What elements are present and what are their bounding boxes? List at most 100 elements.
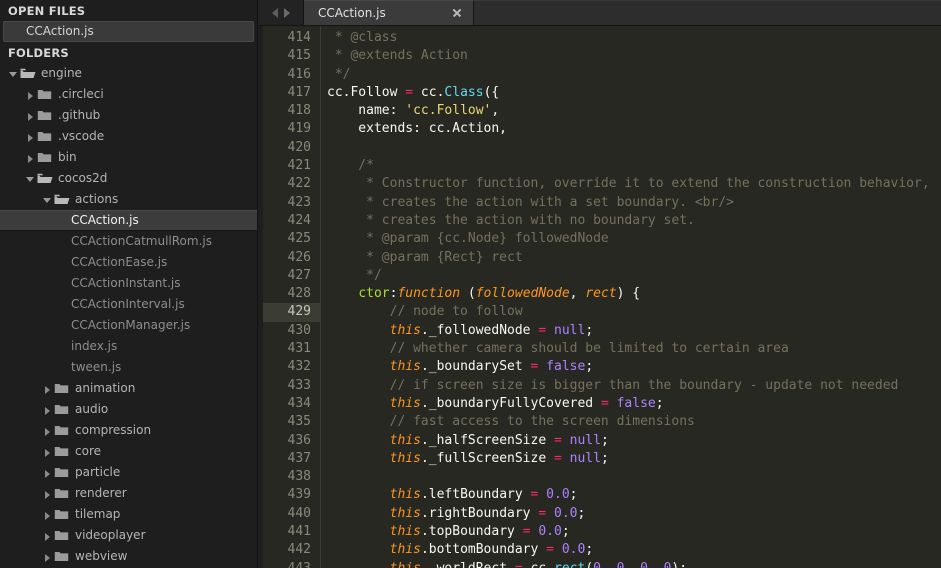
code-token-def: .bottomBoundary (421, 542, 546, 557)
tree-folder-row[interactable]: tilemap (0, 504, 257, 525)
tree-folder-row[interactable]: engine (0, 63, 257, 84)
code-line[interactable]: this.bottomBoundary = 0.0; (327, 541, 941, 559)
code-line[interactable]: ctor:function (followedNode, rect) { (327, 285, 941, 303)
code-token-lit: null (554, 323, 585, 338)
code-line[interactable]: /* (327, 157, 941, 175)
code-line[interactable]: this.topBoundary = 0.0; (327, 523, 941, 541)
code-token-lit: false (546, 359, 585, 374)
code-line[interactable] (327, 468, 941, 486)
tree-file-row[interactable]: tween.js (0, 357, 257, 378)
code-token-cls: Class (444, 85, 483, 100)
code-token-def (554, 542, 562, 557)
code-line[interactable]: this.leftBoundary = 0.0; (327, 486, 941, 504)
tree-file-row[interactable]: CCActionManager.js (0, 315, 257, 336)
chevron-right-icon[interactable] (42, 425, 54, 437)
chevron-right-icon[interactable] (25, 110, 37, 122)
chevron-right-icon[interactable] (25, 89, 37, 101)
tree-folder-row[interactable]: videoplayer (0, 525, 257, 546)
chevron-down-icon[interactable] (42, 194, 54, 206)
tree-folder-row[interactable]: webview (0, 546, 257, 567)
tree-folder-row[interactable]: core (0, 441, 257, 462)
folders-heading: FOLDERS (0, 42, 257, 63)
chevron-right-icon[interactable] (42, 383, 54, 395)
tree-file-row[interactable]: CCActionInstant.js (0, 273, 257, 294)
code-token-def (327, 433, 390, 448)
code-line[interactable]: */ (327, 66, 941, 84)
open-file-item[interactable]: CCAction.js (3, 21, 254, 42)
code-line[interactable]: this._fullScreenSize = null; (327, 450, 941, 468)
code-line[interactable]: * @param {cc.Node} followedNode (327, 230, 941, 248)
tree-folder-row[interactable]: .circleci (0, 84, 257, 105)
chevron-right-icon[interactable] (42, 404, 54, 416)
code-line[interactable]: * @extends Action (327, 47, 941, 65)
tree-file-row[interactable]: CCActionInterval.js (0, 294, 257, 315)
tree-folder-row[interactable]: .vscode (0, 126, 257, 147)
nav-back-icon[interactable] (272, 8, 278, 18)
chevron-right-icon[interactable] (42, 551, 54, 563)
code-line[interactable]: // whether camera should be limited to c… (327, 340, 941, 358)
code-line[interactable]: * @class (327, 29, 941, 47)
code-line[interactable] (327, 139, 941, 157)
chevron-right-icon[interactable] (42, 467, 54, 479)
code-line[interactable]: // fast access to the screen dimensions (327, 413, 941, 431)
code-line[interactable]: this._boundaryFullyCovered = false; (327, 395, 941, 413)
chevron-right-icon[interactable] (42, 530, 54, 542)
tree-folder-row[interactable]: .github (0, 105, 257, 126)
tree-folder-row[interactable]: renderer (0, 483, 257, 504)
code-token-def: .topBoundary (421, 524, 523, 539)
folder-icon (54, 550, 70, 563)
chevron-right-icon[interactable] (25, 131, 37, 143)
nav-forward-icon[interactable] (284, 8, 290, 18)
chevron-right-icon[interactable] (42, 488, 54, 500)
tree-folder-row[interactable]: animation (0, 378, 257, 399)
tree-file-row[interactable]: index.js (0, 336, 257, 357)
chevron-down-icon[interactable] (8, 68, 20, 80)
tree-file-row[interactable]: CCAction.js (0, 210, 257, 231)
tree-folder-row[interactable]: particle (0, 462, 257, 483)
code-line[interactable]: * @param {Rect} rect (327, 249, 941, 267)
tree-item-label: particle (75, 462, 120, 483)
code-token-op: = (538, 323, 546, 338)
code-line[interactable]: name: 'cc.Follow', (327, 102, 941, 120)
code-token-this: this (390, 506, 421, 521)
code-line[interactable]: extends: cc.Action, (327, 120, 941, 138)
folder-tree: engine.circleci.github.vscodebincocos2da… (0, 63, 257, 567)
code-line[interactable]: this._halfScreenSize = null; (327, 432, 941, 450)
code-line[interactable]: // if screen size is bigger than the bou… (327, 377, 941, 395)
code-line[interactable]: this._worldRect = cc.rect(0, 0, 0, 0); (327, 560, 941, 568)
chevron-right-icon[interactable] (42, 509, 54, 521)
code-line[interactable]: * creates the action with no boundary se… (327, 212, 941, 230)
folder-open-icon (37, 172, 53, 185)
editor-tab[interactable]: CCAction.js (304, 0, 474, 25)
tree-item-label: index.js (71, 336, 117, 357)
code-token-def (546, 323, 554, 338)
close-icon[interactable] (449, 5, 465, 21)
code-token-punc: ; (585, 359, 593, 374)
code-line[interactable]: // node to follow (327, 303, 941, 321)
chevron-right-icon[interactable] (25, 152, 37, 164)
tree-folder-row[interactable]: actions (0, 189, 257, 210)
tree-file-row[interactable]: CCActionCatmullRom.js (0, 231, 257, 252)
tab-nav-arrows[interactable] (258, 0, 304, 25)
code-line[interactable]: this._boundarySet = false; (327, 358, 941, 376)
code-token-num: 0.0 (554, 506, 577, 521)
tree-folder-row[interactable]: compression (0, 420, 257, 441)
folder-icon (54, 424, 70, 437)
tree-item-label: tilemap (75, 504, 120, 525)
code-line[interactable]: this.rightBoundary = 0.0; (327, 505, 941, 523)
tree-folder-row[interactable]: audio (0, 399, 257, 420)
code-line[interactable]: cc.Follow = cc.Class({ (327, 84, 941, 102)
chevron-down-icon[interactable] (25, 173, 37, 185)
code-token-punc: ( (460, 286, 476, 301)
code-line[interactable]: * Constructor function, override it to e… (327, 175, 941, 193)
tree-folder-row[interactable]: cocos2d (0, 168, 257, 189)
tree-folder-row[interactable]: bin (0, 147, 257, 168)
code-line[interactable]: this._followedNode = null; (327, 322, 941, 340)
tree-file-row[interactable]: CCActionEase.js (0, 252, 257, 273)
chevron-right-icon[interactable] (42, 446, 54, 458)
code-text[interactable]: * @class * @extends Action */cc.Follow =… (321, 26, 941, 568)
code-token-def: .rightBoundary (421, 506, 538, 521)
line-number: 428 (263, 285, 320, 303)
code-line[interactable]: */ (327, 267, 941, 285)
code-line[interactable]: * creates the action with a set boundary… (327, 194, 941, 212)
